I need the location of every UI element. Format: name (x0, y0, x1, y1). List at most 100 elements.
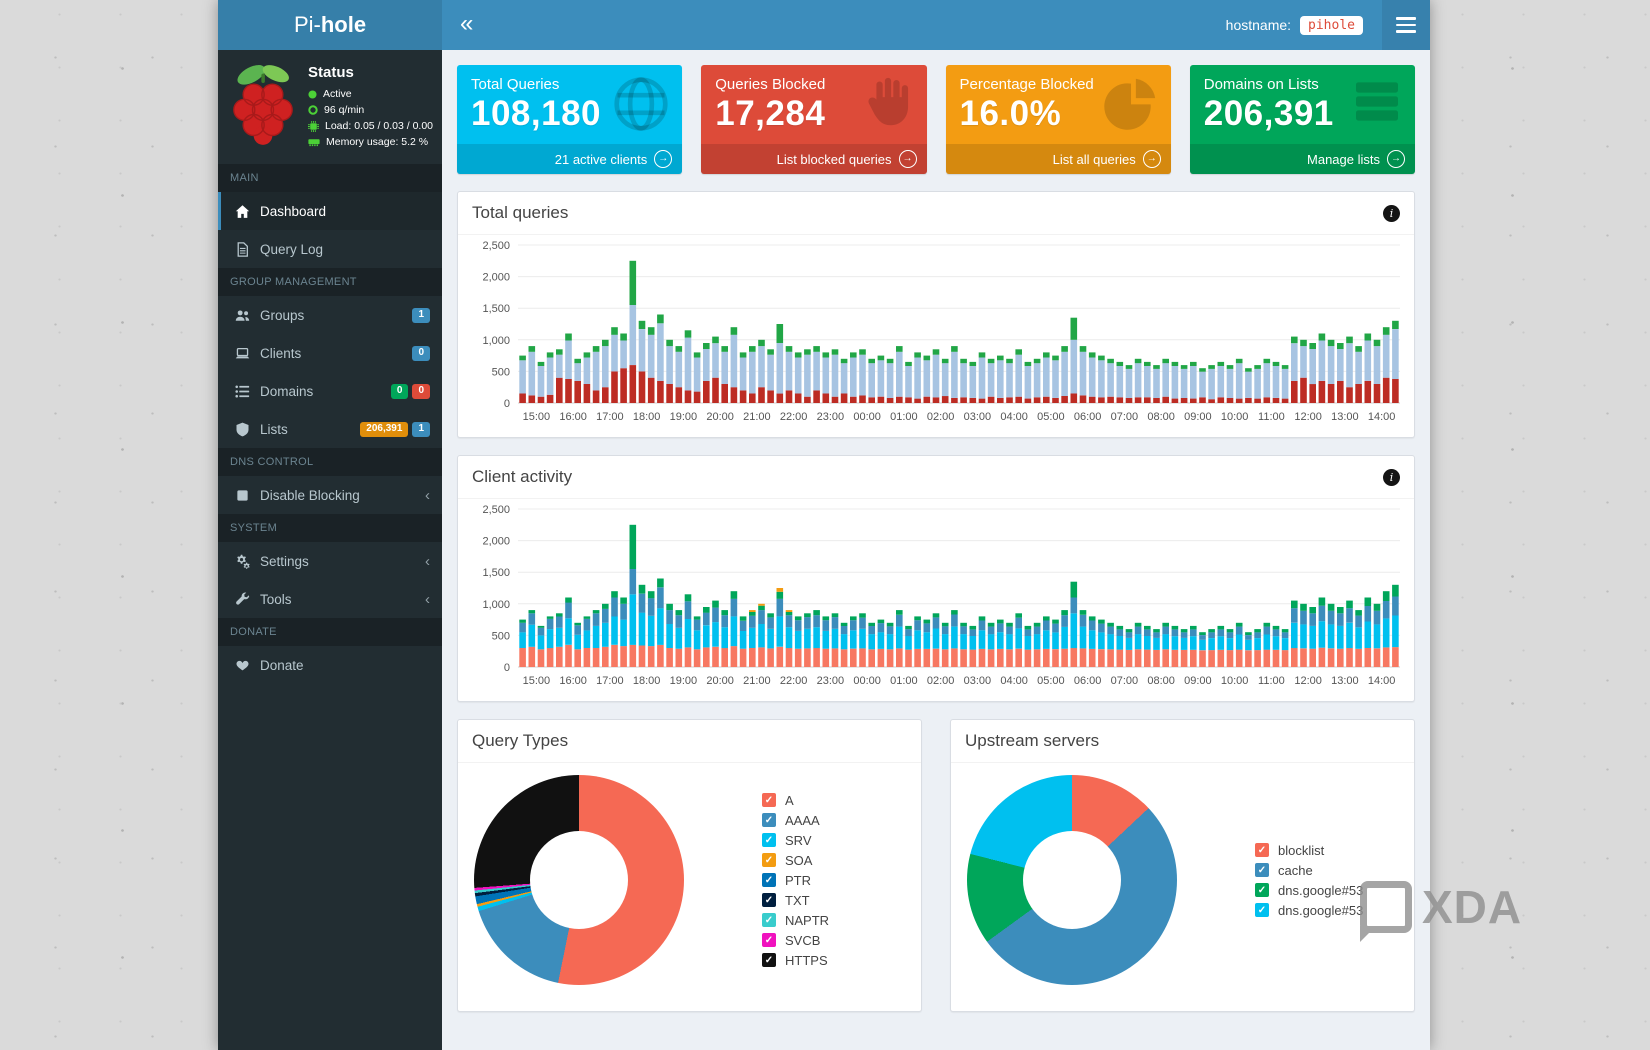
legend-checkbox: ✓ (762, 893, 776, 907)
sidebar-section-header: DNS CONTROL (218, 448, 442, 476)
sidebar-collapse-icon[interactable]: « (460, 12, 473, 36)
legend-label: HTTPS (785, 953, 828, 968)
sidebar-item-groups[interactable]: Groups1 (218, 296, 442, 334)
arrow-right-icon: → (1143, 150, 1161, 168)
card-footer-label: 21 active clients (555, 152, 648, 167)
sidebar-item-donate[interactable]: Donate (218, 646, 442, 684)
sidebar-item-lists[interactable]: Lists206,3911 (218, 410, 442, 448)
info-icon[interactable]: i (1383, 469, 1400, 486)
queries-blocked-card[interactable]: Queries Blocked17,284 List blocked querie… (701, 65, 926, 174)
donut-hole (530, 831, 629, 930)
donut-hole (1023, 831, 1122, 930)
total-queries-chart[interactable]: 05001,0001,5002,0002,50015:0016:0017:001… (458, 235, 1414, 437)
sidebar-item-disable-blocking[interactable]: Disable Blocking ‹ (218, 476, 442, 514)
svg-text:1,000: 1,000 (482, 599, 510, 611)
sidebar-section-header: MAIN (218, 164, 442, 192)
client-activity-chart[interactable]: 05001,0001,5002,0002,50015:0016:0017:001… (458, 499, 1414, 701)
arrow-right-icon: → (899, 150, 917, 168)
sidebar-item-label: Clients (260, 346, 301, 361)
legend-item-srv[interactable]: ✓SRV (762, 833, 829, 848)
sidebar-item-domains[interactable]: Domains00 (218, 372, 442, 410)
svg-text:17:00: 17:00 (596, 675, 624, 687)
sidebar-item-query-log[interactable]: Query Log (218, 230, 442, 268)
legend-item-svcb[interactable]: ✓SVCB (762, 933, 829, 948)
upstream-servers-donut-chart[interactable] (967, 775, 1177, 985)
status-line: 96 q/min (308, 104, 433, 116)
sidebar-item-label: Dashboard (260, 204, 326, 219)
svg-text:10:00: 10:00 (1221, 411, 1249, 423)
card-footer-label: Manage lists (1307, 152, 1380, 167)
query-types-legend: ✓A ✓AAAA ✓SRV ✓SOA ✓PTR ✓ TXT ✓NAPTR ✓SVCB ✓HTTPS (762, 788, 829, 973)
svg-text:21:00: 21:00 (743, 411, 771, 423)
legend-item-aaaa[interactable]: ✓AAAA (762, 813, 829, 828)
sidebar-item-dashboard[interactable]: Dashboard (218, 192, 442, 230)
legend-label: cache (1278, 863, 1313, 878)
legend-item-blocklist[interactable]: ✓blocklist (1255, 843, 1363, 858)
legend-label: dns.google#53 (1278, 903, 1363, 918)
legend-label: AAAA (785, 813, 820, 828)
card-title: Queries Blocked (715, 76, 912, 93)
svg-text:01:00: 01:00 (890, 675, 918, 687)
svg-text:500: 500 (492, 366, 510, 378)
svg-text:19:00: 19:00 (670, 675, 698, 687)
sidebar-item-settings[interactable]: Settings‹ (218, 542, 442, 580)
ring-icon (308, 105, 318, 115)
svg-text:18:00: 18:00 (633, 675, 661, 687)
legend-item-dns-google-53[interactable]: ✓dns.google#53 (1255, 903, 1363, 918)
legend-label: NAPTR (785, 913, 829, 928)
query-types-donut-chart[interactable] (474, 775, 684, 985)
legend-item-txt[interactable]: ✓ TXT (762, 893, 829, 908)
status-line-text: Memory usage: 5.2 % (326, 136, 428, 148)
sidebar-item-badges: 0 (412, 346, 430, 361)
card-body: Percentage Blocked16.0% (946, 65, 1171, 144)
sidebar-item-tools[interactable]: Tools‹ (218, 580, 442, 618)
legend-item-naptr[interactable]: ✓NAPTR (762, 913, 829, 928)
donate-icon (234, 657, 250, 673)
sidebar-item-label: Disable Blocking (260, 488, 360, 503)
legend-label: SVCB (785, 933, 820, 948)
queries-blocked-footer-link[interactable]: List blocked queries→ (701, 144, 926, 174)
svg-text:05:00: 05:00 (1037, 411, 1065, 423)
client-activity-panel: Client activity i 05001,0001,5002,0002,5… (457, 455, 1415, 702)
legend-item-cache[interactable]: ✓cache (1255, 863, 1363, 878)
legend-item-soa[interactable]: ✓SOA (762, 853, 829, 868)
status-line: Active (308, 88, 433, 100)
xda-watermark: XDA (1360, 880, 1522, 934)
sidebar-item-label: Settings (260, 554, 309, 569)
svg-text:16:00: 16:00 (559, 675, 587, 687)
sidebar-item-badges: 206,3911 (360, 422, 430, 437)
svg-text:16:00: 16:00 (559, 411, 587, 423)
sidebar-nav: MAINDashboardQuery LogGROUP MANAGEMENTGr… (218, 164, 442, 684)
list-icon (234, 383, 250, 399)
status-title: Status (308, 64, 433, 81)
ram-icon (308, 138, 320, 147)
svg-text:500: 500 (492, 630, 510, 642)
legend-item-https[interactable]: ✓HTTPS (762, 953, 829, 968)
status-line: Memory usage: 5.2 % (308, 136, 433, 148)
shield-icon (234, 421, 250, 437)
percentage-blocked-card[interactable]: Percentage Blocked16.0%List all queries→ (946, 65, 1171, 174)
chevron-left-icon: ‹ (425, 592, 430, 607)
app-logo[interactable]: Pi-hole (218, 0, 442, 50)
domains-on-lists-footer-link[interactable]: Manage lists→ (1190, 144, 1415, 174)
card-value: 17,284 (715, 94, 912, 134)
legend-item-a[interactable]: ✓A (762, 793, 829, 808)
sidebar-section-header: DONATE (218, 618, 442, 646)
svg-text:20:00: 20:00 (706, 675, 734, 687)
total-queries-panel: Total queries i 05001,0001,5002,0002,500… (457, 191, 1415, 438)
card-title: Domains on Lists (1204, 76, 1401, 93)
legend-label: TXT (785, 893, 810, 908)
legend-item-dns-google-53[interactable]: ✓dns.google#53 (1255, 883, 1363, 898)
menu-toggle-button[interactable] (1382, 0, 1430, 50)
legend-item-ptr[interactable]: ✓PTR (762, 873, 829, 888)
total-queries-card[interactable]: Total Queries108,18021 active clients→ (457, 65, 682, 174)
svg-text:23:00: 23:00 (817, 675, 845, 687)
domains-on-lists-card[interactable]: Domains on Lists206,391Manage lists→ (1190, 65, 1415, 174)
legend-label: dns.google#53 (1278, 883, 1363, 898)
status-panel: Status Active96 q/minLoad: 0.05 / 0.03 /… (218, 50, 442, 164)
chevron-left-icon: ‹ (425, 488, 430, 503)
percentage-blocked-footer-link[interactable]: List all queries→ (946, 144, 1171, 174)
total-queries-footer-link[interactable]: 21 active clients→ (457, 144, 682, 174)
sidebar-item-clients[interactable]: Clients 0 (218, 334, 442, 372)
info-icon[interactable]: i (1383, 205, 1400, 222)
